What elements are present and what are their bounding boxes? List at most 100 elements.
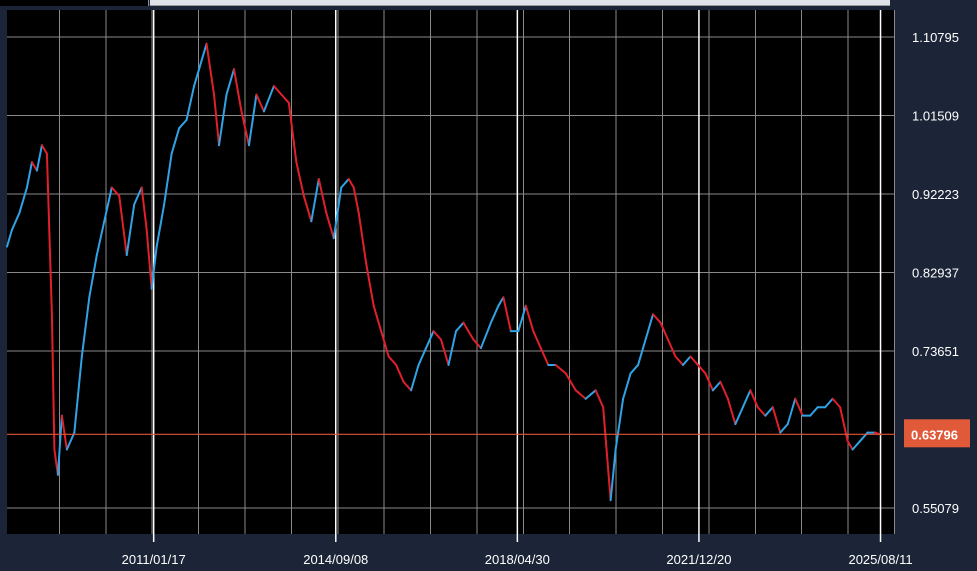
price-segment xyxy=(40,144,48,155)
price-segment xyxy=(18,186,28,214)
price-segment xyxy=(302,194,313,223)
price-segment xyxy=(402,380,413,392)
y-tick-label: 0.73651 xyxy=(912,344,959,359)
x-tick-label: 2018/04/30 xyxy=(485,552,550,567)
price-segment xyxy=(352,186,360,214)
price-segment xyxy=(532,330,542,350)
price-segment xyxy=(497,296,505,307)
price-segment xyxy=(726,397,737,426)
price-segment xyxy=(659,321,670,341)
price-segment xyxy=(440,338,450,366)
price-segment xyxy=(839,406,849,443)
price-segment xyxy=(232,68,243,113)
price-segment xyxy=(280,93,290,104)
price-segment xyxy=(213,93,221,147)
price-segment xyxy=(667,338,677,358)
x-tick-label: 2021/12/20 xyxy=(666,552,731,567)
price-segment xyxy=(447,330,457,366)
price-series xyxy=(6,42,882,502)
price-segment xyxy=(247,93,258,147)
price-segment xyxy=(584,389,597,400)
price-segment xyxy=(574,389,587,400)
current-price-marker: 0.63796 xyxy=(7,419,970,448)
price-segment xyxy=(614,397,625,451)
price-segment xyxy=(462,321,475,341)
price-segment xyxy=(88,254,98,299)
price-segment xyxy=(287,101,298,164)
price-segment xyxy=(255,93,265,113)
price-segment xyxy=(193,59,203,88)
price-segment xyxy=(178,118,188,130)
price-segment xyxy=(602,406,612,502)
price-segment xyxy=(35,144,43,172)
price-segment xyxy=(73,355,83,434)
price-segment xyxy=(749,389,759,409)
price-segment xyxy=(25,161,33,189)
price-segment xyxy=(771,406,782,434)
price-segment xyxy=(741,389,752,409)
chart-window: 1.10795 1.01509 0.92223 0.82937 0.73651 0.550… xyxy=(0,0,977,571)
price-segment xyxy=(347,178,355,189)
price-segment xyxy=(50,313,56,451)
price-segment xyxy=(387,355,398,366)
price-segment xyxy=(622,372,632,400)
price-segment xyxy=(200,42,208,62)
y-tick-label: 0.82937 xyxy=(912,266,959,281)
price-segment xyxy=(432,330,443,341)
price-segment xyxy=(489,304,500,324)
price-segment xyxy=(564,372,577,392)
price-segment xyxy=(779,423,789,434)
price-segment xyxy=(95,220,106,257)
x-tick-label: 2014/09/08 xyxy=(303,552,368,567)
price-segment xyxy=(125,203,136,257)
y-tick-label: 1.10795 xyxy=(912,30,959,45)
price-segment xyxy=(205,42,216,96)
price-segment xyxy=(218,93,228,147)
price-segment xyxy=(155,203,166,248)
price-chart[interactable]: 1.10795 1.01509 0.92223 0.82937 0.73651 0.550… xyxy=(0,0,977,571)
price-segment xyxy=(719,380,729,400)
price-segment xyxy=(711,380,722,392)
price-segment xyxy=(45,152,53,316)
price-segment xyxy=(629,363,640,375)
price-segment xyxy=(133,186,143,206)
price-segment xyxy=(831,397,842,409)
price-segment xyxy=(824,397,834,409)
price-segment xyxy=(637,338,647,366)
price-segment xyxy=(380,330,390,358)
price-segment xyxy=(689,355,699,366)
current-price-label: 0.63796 xyxy=(911,427,958,442)
price-segment xyxy=(225,68,235,96)
price-segment xyxy=(756,406,767,417)
price-segment xyxy=(786,397,797,426)
price-segment xyxy=(524,304,535,333)
price-segment xyxy=(372,304,383,333)
x-tick-label: 2025/08/11 xyxy=(848,552,912,567)
price-segment xyxy=(517,304,527,333)
price-segment xyxy=(80,296,91,358)
price-segment xyxy=(674,355,684,366)
price-segment xyxy=(60,414,68,451)
price-segment xyxy=(395,363,405,383)
price-segment xyxy=(6,228,13,248)
price-segment xyxy=(10,211,21,231)
price-segment xyxy=(554,363,567,375)
price-segment xyxy=(594,389,605,409)
price-segment xyxy=(262,85,275,113)
price-segment xyxy=(340,178,350,189)
price-segment xyxy=(295,161,305,197)
price-segment xyxy=(310,178,320,223)
price-segment xyxy=(609,448,617,502)
price-segment xyxy=(317,178,328,214)
price-segment xyxy=(118,194,128,257)
price-segment xyxy=(272,85,283,96)
price-segment xyxy=(110,186,121,197)
x-tick-label: 2011/01/17 xyxy=(122,552,186,567)
price-segment xyxy=(652,313,662,324)
price-segment xyxy=(764,406,774,417)
grid-lines xyxy=(7,10,896,542)
y-tick-label: 1.01509 xyxy=(912,109,959,124)
price-segment xyxy=(479,321,492,350)
y-tick-label: 0.55079 xyxy=(912,501,959,516)
price-segment xyxy=(325,211,335,240)
